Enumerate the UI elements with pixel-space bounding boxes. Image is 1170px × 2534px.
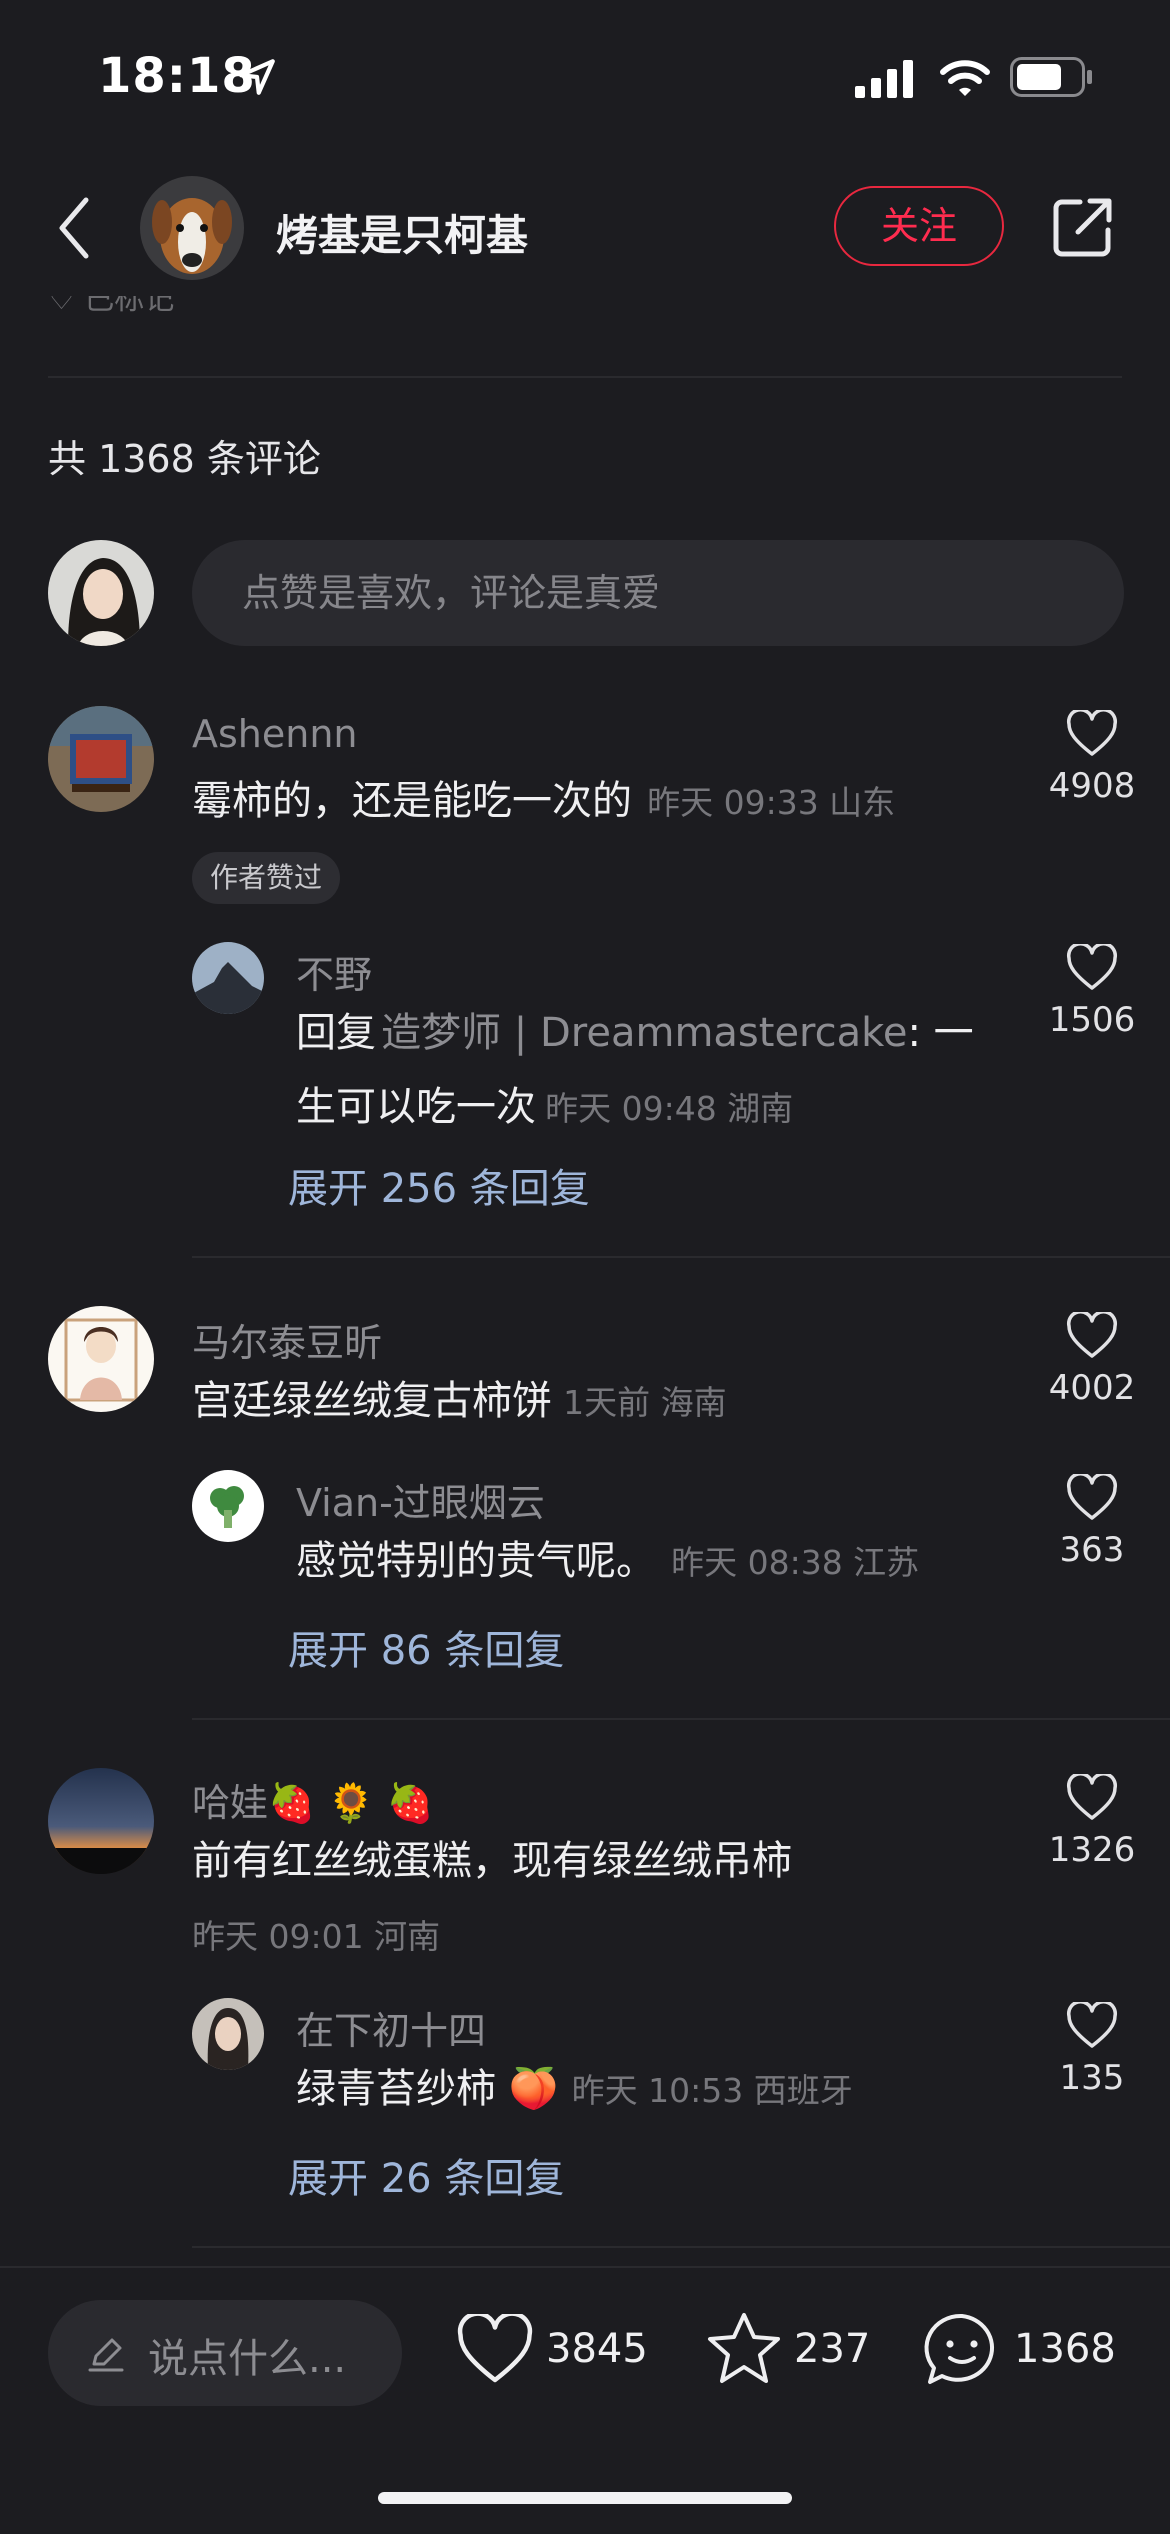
avatar[interactable] [48, 706, 154, 812]
comment-author[interactable]: 马尔泰豆昕 [192, 1312, 382, 1367]
comment-body: 霉柿的，还是能吃一次的 昨天 09:33 山东 [192, 768, 1012, 834]
reply-author[interactable]: 在下初十四 [296, 2000, 486, 2055]
author-liked-badge: 作者赞过 [192, 852, 341, 904]
comment-text: 宫廷绿丝绒复古柿饼 [192, 1378, 552, 1424]
like-count: 4908 [1048, 766, 1136, 806]
reply-to-user[interactable]: 造梦师 | Dreammastercake [381, 1010, 907, 1056]
scrolled-text-fragment: ♡ 已标记 [48, 296, 175, 317]
like-button[interactable]: 4002 [1037, 1310, 1147, 1408]
like-count: 363 [1059, 1530, 1125, 1570]
heart-icon[interactable] [1066, 1310, 1118, 1360]
comment-author[interactable]: Ashennn [192, 712, 358, 756]
home-indicator[interactable] [378, 2492, 792, 2504]
reply-author[interactable]: 不野 [296, 944, 372, 999]
reply-body: 绿青苔纱柿 🍑 昨天 10:53 西班牙 [296, 2056, 1016, 2122]
avatar[interactable] [192, 942, 264, 1014]
comment-meta: 1天前 海南 [563, 1383, 727, 1422]
reply-meta: 昨天 10:53 西班牙 [571, 2071, 853, 2110]
reply-text: 感觉特别的贵气呢。 [296, 1538, 656, 1584]
back-icon[interactable] [56, 196, 92, 260]
like-button[interactable]: 1506 [1037, 942, 1147, 1040]
star-icon[interactable] [704, 2310, 784, 2388]
signal-icon [855, 60, 913, 98]
wifi-icon [940, 60, 990, 96]
like-button[interactable]: 1326 [1037, 1772, 1147, 1870]
heart-icon[interactable] [1066, 2000, 1118, 2050]
author-avatar[interactable] [140, 176, 244, 280]
heart-icon[interactable] [1066, 708, 1118, 758]
like-button[interactable]: 363 [1037, 1472, 1147, 1570]
reply-body: 回复 造梦师 | Dreammastercake: 一生可以吃一次 昨天 09:… [296, 1000, 996, 1148]
pencil-icon [88, 2338, 124, 2372]
reply-body: 感觉特别的贵气呢。 昨天 08:38 江苏 [296, 1528, 1016, 1594]
expand-replies-button[interactable]: 展开 86 条回复 [288, 1618, 564, 1676]
avatar[interactable] [48, 1306, 154, 1412]
divider [192, 1256, 1170, 1258]
heart-icon[interactable] [1066, 1772, 1118, 1822]
like-count: 1506 [1048, 1000, 1136, 1040]
post-like-count: 3845 [546, 2326, 648, 2372]
comment-author[interactable]: 哈娃🍓 🌻 🍓 [192, 1772, 434, 1827]
comment-meta: 昨天 09:33 山东 [647, 783, 896, 822]
avatar[interactable] [192, 1470, 264, 1542]
reply-prefix: 回复 [296, 1010, 376, 1056]
chat-bubble-icon[interactable] [922, 2310, 1002, 2390]
comment-text: 霉柿的，还是能吃一次的 [192, 778, 632, 824]
post-comment-count: 1368 [1014, 2326, 1116, 2372]
heart-icon[interactable] [1066, 942, 1118, 992]
follow-button[interactable]: 关注 [834, 186, 1004, 266]
divider [192, 1718, 1170, 1720]
location-arrow-icon [239, 59, 275, 95]
avatar[interactable] [48, 1768, 154, 1874]
expand-replies-button[interactable]: 展开 26 条回复 [288, 2146, 564, 2204]
like-button[interactable]: 4908 [1037, 708, 1147, 806]
reply-meta: 昨天 08:38 江苏 [671, 1543, 920, 1582]
like-count: 4002 [1048, 1368, 1136, 1408]
author-name[interactable]: 烤基是只柯基 [276, 202, 528, 263]
reply-text: 绿青苔纱柿 🍑 [296, 2066, 559, 2112]
expand-replies-button[interactable]: 展开 256 条回复 [288, 1156, 590, 1214]
comment-body: 宫廷绿丝绒复古柿饼 1天前 海南 [192, 1368, 1012, 1434]
comment-total: 共 1368 条评论 [48, 437, 321, 481]
status-time: 18:18 [98, 48, 256, 104]
heart-icon[interactable] [1066, 1472, 1118, 1522]
like-count: 1326 [1048, 1830, 1136, 1870]
reply-meta: 昨天 09:48 湖南 [545, 1089, 794, 1128]
share-icon[interactable] [1052, 196, 1114, 258]
comment-text: 前有红丝绒蛋糕，现有绿丝绒吊柿 [192, 1838, 792, 1884]
avatar[interactable] [192, 1998, 264, 2070]
comment-meta: 昨天 09:01 河南 [192, 1917, 441, 1956]
battery-icon [1010, 57, 1092, 97]
divider [48, 376, 1122, 378]
reply-author[interactable]: Vian-过眼烟云 [296, 1472, 545, 1527]
say-something-placeholder[interactable]: 说点什么... [148, 2326, 346, 2384]
heart-icon[interactable] [456, 2314, 534, 2386]
like-count: 135 [1059, 2058, 1125, 2098]
my-avatar [48, 540, 154, 646]
comment-input[interactable]: 点赞是喜欢，评论是真爱 [192, 540, 1124, 646]
post-favorite-count: 237 [794, 2326, 871, 2372]
like-button[interactable]: 135 [1037, 2000, 1147, 2098]
divider [192, 2246, 1170, 2248]
